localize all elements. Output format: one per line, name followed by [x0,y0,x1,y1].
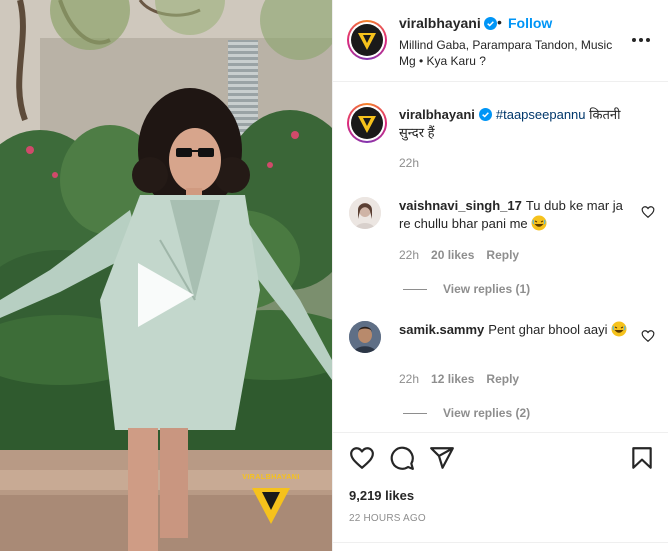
music-location-text[interactable]: Millind Gaba, Parampara Tandon, Music Mg… [399,37,619,69]
post-video[interactable]: VIRALBHAYANI [0,0,332,551]
view-replies-button[interactable]: View replies (1) [403,282,530,296]
post-timestamp[interactable]: 22 HOURS AGO [349,513,426,524]
caption-avatar[interactable] [347,103,387,143]
comment-text: samik.sammy Pent ghar bhool aayi [399,321,629,339]
like-comment-icon[interactable] [641,205,655,219]
like-comment-icon[interactable] [641,329,655,343]
hashtag-link[interactable]: #taapseepannu [496,107,586,122]
separator-dot: • [497,14,502,30]
comment-meta: 22h 12 likes Reply [399,372,531,386]
brand-logo-icon [358,33,376,50]
save-icon[interactable] [629,445,655,471]
comment-meta: 22h 20 likes Reply [399,248,531,262]
post-username[interactable]: viralbhayani [399,15,497,31]
view-replies-button[interactable]: View replies (2) [403,406,530,420]
share-icon[interactable] [429,445,455,471]
brand-logo-icon [358,116,376,133]
view-replies-label[interactable]: View replies (2) [443,406,530,420]
comment-icon[interactable] [389,445,415,471]
likes-count[interactable]: 9,219 likes [349,488,414,503]
comment-body: Pent ghar bhool aayi [488,322,608,337]
reply-button[interactable]: Reply [486,372,519,386]
user-photo-icon [349,197,381,229]
more-options-icon[interactable] [629,30,653,50]
avatar[interactable] [349,321,381,353]
laughing-emoji-icon [611,321,627,337]
video-watermark: VIRALBHAYANI [242,474,300,481]
caption-text: viralbhayani #taapseepannu कितनी सुन्दर ह… [399,106,629,142]
view-replies-label[interactable]: View replies (1) [443,282,530,296]
caption-time[interactable]: 22h [399,156,419,170]
reply-button[interactable]: Reply [486,248,519,262]
laughing-emoji-icon [531,215,547,231]
comments-section: viralbhayani #taapseepannu कितनी सुन्दर ह… [333,83,668,428]
comment-username[interactable]: samik.sammy [399,322,484,337]
comment-time[interactable]: 22h [399,372,419,386]
post-details-panel: viralbhayani • Follow Millind Gaba, Para… [332,0,668,551]
like-icon[interactable] [349,445,375,471]
post-header: viralbhayani • Follow Millind Gaba, Para… [333,0,668,82]
post-actions: 9,219 likes 22 HOURS AGO [333,432,668,551]
avatar[interactable] [349,197,381,229]
replies-divider [403,289,427,291]
follow-button[interactable]: Follow [508,15,552,31]
caption-meta: 22h [399,156,431,170]
avatar[interactable] [347,20,387,60]
verified-badge-icon [483,17,497,30]
user-photo-icon [349,321,381,353]
comment-likes[interactable]: 12 likes [431,372,474,386]
comment-likes[interactable]: 20 likes [431,248,474,262]
username-text[interactable]: viralbhayani [399,15,481,31]
replies-divider [403,413,427,415]
divider [333,542,668,543]
comment-time[interactable]: 22h [399,248,419,262]
verified-badge-icon [478,108,492,121]
comment-username[interactable]: vaishnavi_singh_17 [399,198,522,213]
caption-username[interactable]: viralbhayani [399,107,475,122]
comment-text: vaishnavi_singh_17 Tu dub ke mar ja re ch… [399,197,629,233]
play-icon[interactable] [130,259,202,331]
